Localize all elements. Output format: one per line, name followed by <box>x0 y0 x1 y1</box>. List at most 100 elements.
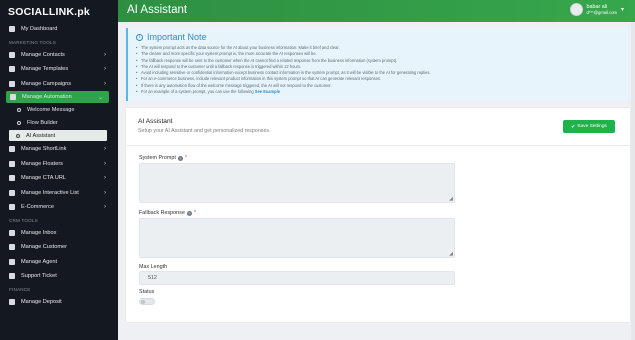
sidebar-item-label: Manage Floaters <box>21 160 63 167</box>
system-prompt-label: System Prompt ? * <box>139 155 187 161</box>
chevron-right-icon: › <box>104 204 106 211</box>
sidebar-item-manage-templates[interactable]: Manage Templates › <box>0 62 118 77</box>
manage-shortlink-icon <box>9 146 15 153</box>
sidebar-item-manage-customer[interactable]: Manage Customer <box>0 240 118 255</box>
sidebar-item-manage-shortlink[interactable]: Manage ShortLink › <box>0 142 118 157</box>
sidebar-item-label: Support Ticket <box>21 273 57 280</box>
brand-logo[interactable]: SOCIALLINK.pk <box>0 0 118 22</box>
max-length-label-text: Max Length <box>139 264 168 270</box>
note-title: Important Note <box>147 32 207 42</box>
sidebar-subitem-label: Welcome Message <box>27 106 75 113</box>
status-label: Status <box>139 289 154 295</box>
sidebar-item-label: Manage Templates <box>21 66 69 73</box>
sidebar-item-label: E-Commerce <box>21 204 54 211</box>
chevron-right-icon: › <box>104 146 106 153</box>
sidebar-item-label: My Dashboard <box>21 26 58 33</box>
sidebar-item-label: Manage CTA URL <box>21 175 66 182</box>
sidebar-subitem-label: Flow Builder <box>27 119 58 126</box>
resize-handle-icon[interactable]: ◢ <box>449 252 453 257</box>
status-label-text: Status <box>139 289 155 295</box>
card-title: AI Assistant <box>138 118 173 125</box>
chevron-right-icon: › <box>104 80 106 87</box>
sidebar-item-manage-inbox[interactable]: Manage Inbox <box>0 226 118 241</box>
chevron-right-icon: › <box>104 51 106 58</box>
page-scrollbar[interactable] <box>631 22 635 340</box>
sidebar: SOCIALLINK.pk My Dashboard MARKETING TOOL… <box>0 0 118 340</box>
chevron-right-icon: › <box>104 189 106 196</box>
resize-handle-icon[interactable]: ◢ <box>449 197 453 202</box>
circle-icon <box>17 120 21 125</box>
sidebar-item-label: Manage Contacts <box>21 51 65 58</box>
sidebar-item-label: Manage Customer <box>21 244 68 251</box>
max-length-input[interactable]: 512 <box>139 271 455 285</box>
note-list: The system prompt acts as the data sourc… <box>136 45 622 96</box>
sidebar-item-label: Manage Inbox <box>21 229 57 236</box>
card-header: AI Assistant Setup your AI Assistant and… <box>126 108 630 146</box>
important-note: i Important Note The system prompt acts … <box>126 28 630 101</box>
help-icon[interactable]: ? <box>186 210 192 216</box>
manage-interactive-list-icon <box>9 189 15 196</box>
user-info: babar ali d***@gmail.com <box>586 4 617 16</box>
fallback-response-textarea[interactable]: ◢ <box>139 218 455 258</box>
help-icon[interactable]: ? <box>177 155 183 161</box>
sidebar-subitem-ai-assistant[interactable]: AI Assistant <box>9 130 107 141</box>
check-icon: ✔ <box>571 123 576 130</box>
save-button-label: Save Settings <box>577 124 607 129</box>
sidebar-item-label: Manage Agent <box>21 258 58 265</box>
manage-contacts-icon <box>9 51 15 58</box>
e-commerce-icon <box>9 204 15 211</box>
system-prompt-textarea[interactable]: ◢ <box>139 163 455 203</box>
top-header: AI Assistant babar ali d***@gmail.com ▼ <box>118 0 635 22</box>
status-toggle[interactable] <box>139 298 155 305</box>
chevron-right-icon: › <box>104 66 106 73</box>
user-menu[interactable]: babar ali d***@gmail.com ▼ <box>570 3 625 16</box>
manage-customer-icon <box>9 244 15 251</box>
sidebar-subitem-label: AI Assistant <box>26 132 56 139</box>
card-subtitle: Setup your AI Assistant and get personal… <box>138 128 271 134</box>
chevron-right-icon: › <box>104 160 106 167</box>
manage-inbox-icon <box>9 229 15 236</box>
circle-icon <box>17 107 21 112</box>
sidebar-item-manage-contacts[interactable]: Manage Contacts › <box>0 48 118 63</box>
see-example-link[interactable]: See Example <box>255 89 280 94</box>
required-mark: * <box>184 155 187 161</box>
manage-floaters-icon <box>9 160 15 167</box>
sidebar-item-support-ticket[interactable]: Support Ticket <box>0 269 118 284</box>
sidebar-item-label: Manage Interactive List <box>21 189 79 196</box>
nav-section-finance: FINANCE <box>9 287 31 292</box>
sidebar-item-manage-interactive-list[interactable]: Manage Interactive List › <box>0 186 118 201</box>
ai-assistant-card: AI Assistant Setup your AI Assistant and… <box>126 108 630 322</box>
system-prompt-label-text: System Prompt <box>139 155 176 161</box>
manage-automation-icon <box>10 94 16 100</box>
manage-cta-url-icon <box>9 175 15 182</box>
sidebar-item-manage-automation[interactable]: Manage Automation ⌄ <box>6 91 109 103</box>
sidebar-item-manage-deposit[interactable]: Manage Deposit <box>0 295 118 310</box>
sidebar-item-manage-cta-url[interactable]: Manage CTA URL › <box>0 171 118 186</box>
manage-templates-icon <box>9 66 15 73</box>
sidebar-subitem-flow-builder[interactable]: Flow Builder <box>0 116 118 129</box>
chevron-down-icon: ⌄ <box>97 94 103 101</box>
sidebar-item-manage-agent[interactable]: Manage Agent <box>0 255 118 270</box>
sidebar-item-label: Manage Automation <box>22 94 72 100</box>
sidebar-item-label: Manage ShortLink <box>21 146 67 153</box>
sidebar-nav: My Dashboard MARKETING TOOLS Manage Contac… <box>0 22 118 309</box>
sidebar-item-e-commerce[interactable]: E-Commerce › <box>0 200 118 215</box>
support-ticket-icon <box>9 273 15 280</box>
save-settings-button[interactable]: ✔ Save Settings <box>563 120 615 133</box>
chevron-right-icon: › <box>104 175 106 182</box>
fallback-response-label: Fallback Response ? * <box>139 210 196 216</box>
sidebar-subitem-welcome-message[interactable]: Welcome Message <box>0 103 118 116</box>
page-title: AI Assistant <box>127 4 188 16</box>
nav-section-marketing-tools: MARKETING TOOLS <box>9 40 56 45</box>
required-mark: * <box>193 210 196 216</box>
user-email: d***@gmail.com <box>586 9 618 15</box>
fallback-label-text: Fallback Response <box>139 210 185 216</box>
avatar[interactable] <box>570 3 584 16</box>
sidebar-item-label: Manage Deposit <box>21 298 62 305</box>
chevron-down-icon[interactable]: ▼ <box>620 7 625 13</box>
sidebar-item-manage-floaters[interactable]: Manage Floaters › <box>0 157 118 172</box>
sidebar-item-manage-campaigns[interactable]: Manage Campaigns › <box>0 77 118 92</box>
sidebar-item-my-dashboard[interactable]: My Dashboard <box>0 22 118 37</box>
max-length-label: Max Length <box>139 264 167 270</box>
note-heading: i Important Note <box>136 31 622 43</box>
